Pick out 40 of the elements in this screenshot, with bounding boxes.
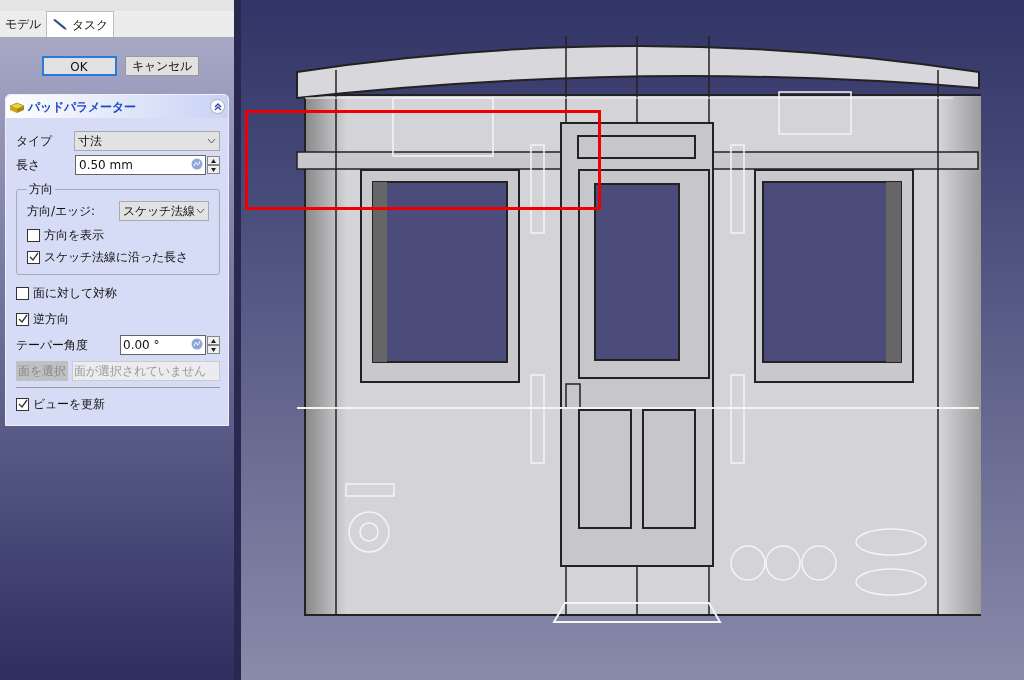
checkbox-label: スケッチ法線に沿った長さ [44,249,188,266]
checkmark-icon [17,314,28,324]
field-label: タイプ [16,133,54,150]
pad-feature-icon [9,99,25,114]
checkbox[interactable] [16,397,29,411]
checkbox[interactable] [27,228,40,242]
field-label: 方向/エッジ: [27,203,96,220]
checkbox[interactable] [16,286,29,300]
taper-angle-field[interactable]: 0.00 ° [120,335,206,355]
checkbox-label: 逆方向 [33,311,69,328]
checkbox-label: 方向を表示 [44,227,104,244]
field-label: 長さ [16,157,41,174]
field-label: テーパー角度 [16,337,89,354]
spin-down-button[interactable] [207,165,220,174]
down-arrow-icon [211,347,216,352]
spin-up-button[interactable] [207,336,220,345]
group-title: 方向 [27,182,55,196]
checkbox[interactable] [16,312,29,326]
pencil-icon [52,18,68,31]
up-arrow-icon [211,158,216,163]
checkmark-icon [28,252,39,262]
direction-dropdown[interactable]: スケッチ法線 [119,201,209,221]
task-box-title: パッドパラメーター [28,98,136,116]
spin-up-button[interactable] [207,156,220,165]
checkbox[interactable] [27,250,40,264]
tab[interactable]: タスク [46,11,114,37]
dialog-button[interactable]: キャンセル [124,56,199,76]
type-dropdown[interactable]: 寸法 [74,131,220,151]
checkmark-icon [17,399,28,409]
spin-down-button[interactable] [207,345,220,354]
up-arrow-icon [211,338,216,343]
length-field[interactable]: 0.50 mm [75,155,206,175]
checkbox-label: 面に対して対称 [33,285,117,302]
down-arrow-icon [211,167,216,172]
collapse-button[interactable] [210,99,225,114]
double-chevron-up-icon [213,102,222,111]
tab[interactable]: モデル [0,11,46,37]
dialog-button[interactable]: OK [41,56,117,76]
3d-viewport[interactable] [241,0,1024,680]
checkbox-label: ビューを更新 [33,396,105,413]
